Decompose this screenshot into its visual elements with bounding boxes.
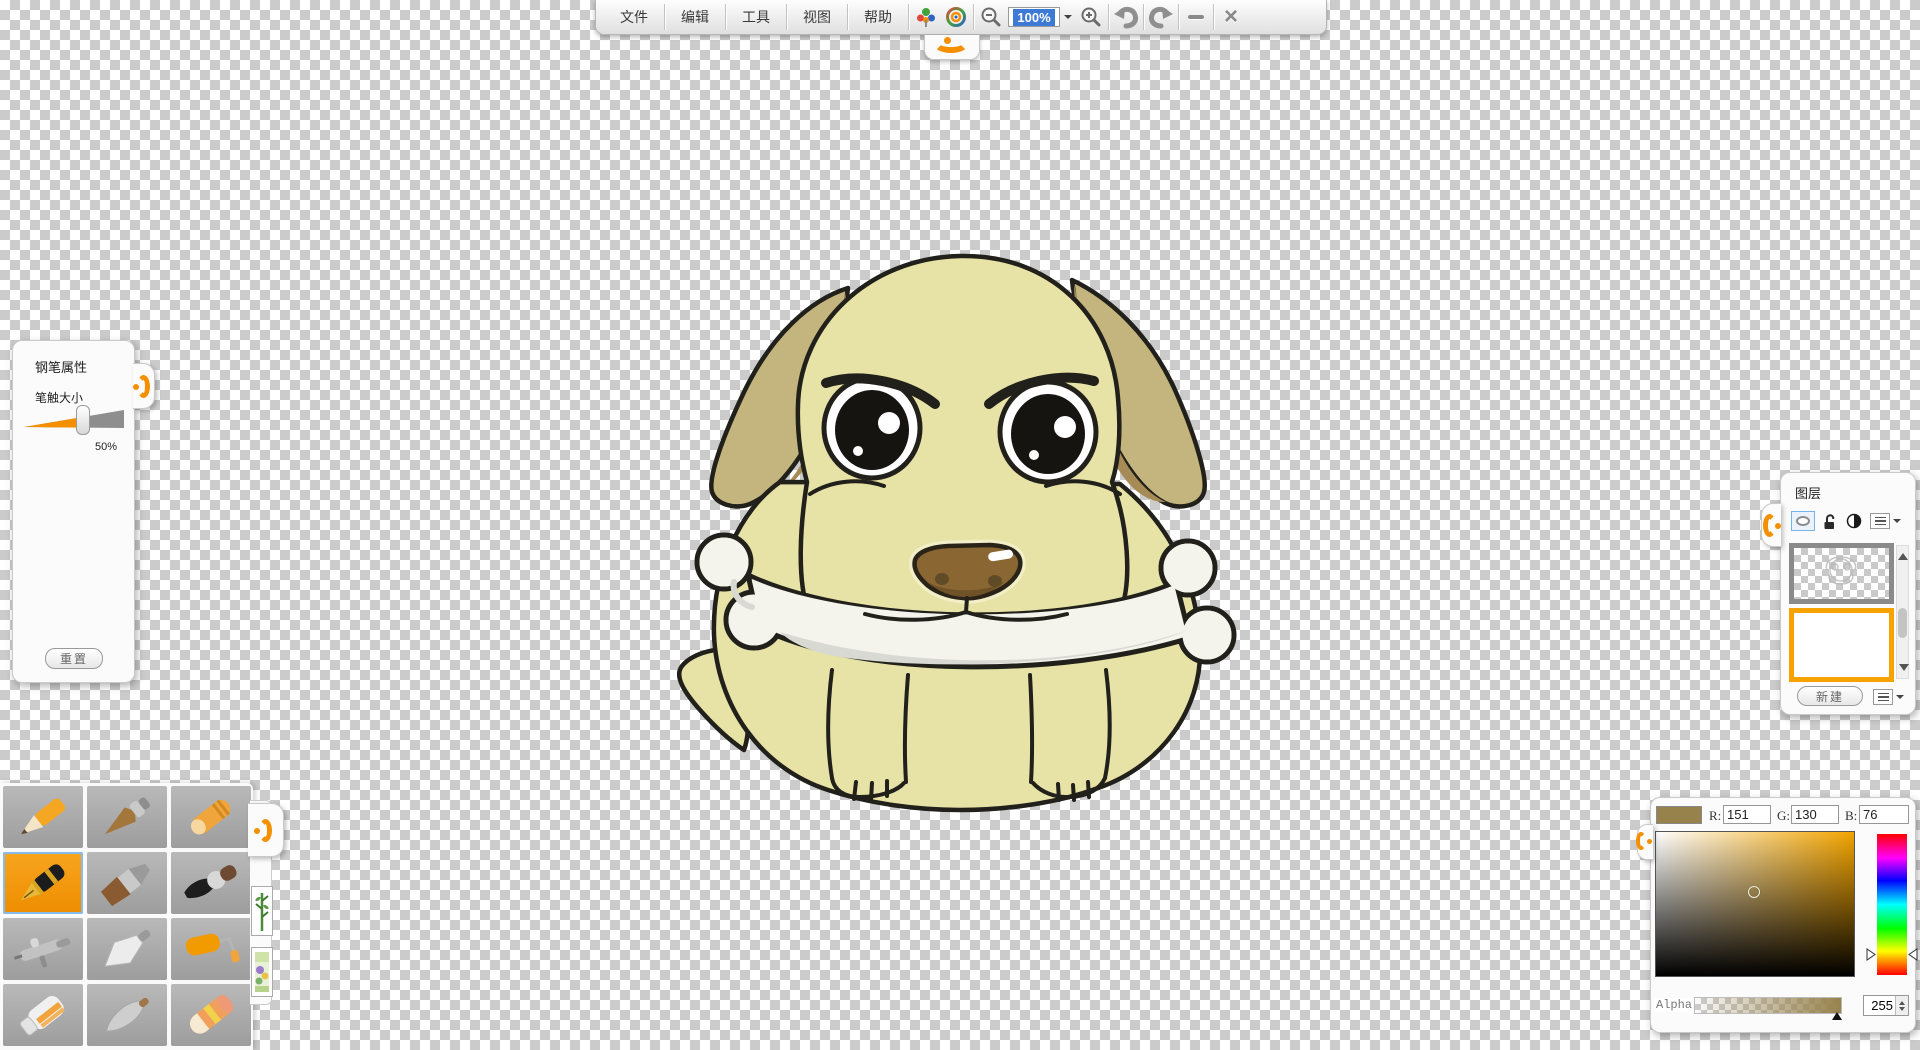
tool-palette-knife[interactable] (87, 918, 167, 980)
toolbar-divider (786, 4, 787, 30)
top-toolbar: 文件 编辑 工具 视图 帮助 (595, 0, 1327, 35)
tool-crayon[interactable] (171, 786, 251, 848)
layers-panel-title: 图层 (1795, 483, 1821, 502)
new-layer-button[interactable]: 新建 (1797, 686, 1863, 706)
unlock-icon[interactable] (1823, 513, 1838, 530)
menu-view[interactable]: 视图 (789, 1, 845, 34)
green-input[interactable] (1791, 805, 1839, 824)
scroll-up-icon[interactable] (1898, 548, 1908, 560)
menu-file[interactable]: 文件 (606, 1, 662, 34)
bamboo-stamp-button[interactable] (251, 886, 273, 936)
tab-crescent-icon (1636, 832, 1646, 850)
close-icon[interactable]: × (1218, 4, 1244, 30)
alpha-label: Alpha (1654, 998, 1694, 1012)
pen-panel-title: 钢笔属性 (35, 357, 87, 376)
tools-collapse-tab[interactable] (248, 803, 284, 857)
hue-slider[interactable] (1877, 834, 1907, 975)
tool-airbrush[interactable] (3, 918, 83, 980)
tool-ink-brush[interactable] (171, 852, 251, 914)
green-label: G: (1777, 808, 1790, 824)
scroll-thumb[interactable] (1898, 608, 1907, 638)
alpha-slider[interactable] (1694, 997, 1842, 1014)
mascot-smile-arc (933, 33, 969, 53)
layers-panel: 图层 (1780, 472, 1916, 715)
tool-wood-pen[interactable] (87, 786, 167, 848)
menu-edit[interactable]: 编辑 (667, 1, 723, 34)
sumo-logo-tree-icon[interactable] (913, 4, 939, 30)
brush-size-slider-handle[interactable] (76, 405, 90, 435)
brush-size-slider[interactable] (20, 403, 128, 439)
tab-crescent-icon (137, 375, 150, 398)
layers-bottom-menu-icon[interactable] (1873, 689, 1904, 705)
current-color-swatch[interactable] (1656, 806, 1702, 824)
color-panel: R: G: B: Alpha (1650, 797, 1916, 1033)
blue-input[interactable] (1859, 805, 1909, 824)
alpha-marker[interactable] (1832, 1007, 1842, 1020)
tab-dot (1647, 839, 1652, 844)
minimize-icon[interactable] (1183, 4, 1209, 30)
tool-smudge-blade[interactable] (87, 984, 167, 1046)
zoom-in-icon[interactable] (1078, 4, 1104, 30)
pen-panel-collapse-tab[interactable] (133, 363, 155, 409)
undo-icon[interactable] (1113, 4, 1139, 30)
tool-eraser-stick[interactable] (171, 984, 251, 1046)
contrast-icon[interactable] (1846, 513, 1862, 529)
layers-panel-collapse-tab[interactable] (1761, 503, 1781, 547)
picture-icon (254, 950, 270, 994)
dog-nose (914, 545, 1020, 598)
red-label: R: (1709, 808, 1721, 824)
scroll-down-icon[interactable] (1899, 664, 1909, 676)
hue-marker-right[interactable] (1908, 948, 1918, 961)
tab-dot (1775, 523, 1781, 529)
alpha-stepper[interactable] (1895, 996, 1908, 1015)
alpha-input[interactable] (1864, 996, 1895, 1015)
menu-help[interactable]: 帮助 (850, 1, 906, 34)
saturation-value-picker[interactable] (1655, 831, 1855, 977)
picture-stamp-button[interactable] (251, 947, 273, 997)
toolbar-divider (908, 4, 909, 30)
toolbar-divider (1143, 4, 1144, 30)
redo-icon[interactable] (1148, 4, 1174, 30)
zoom-level-input[interactable]: 100% (1008, 7, 1060, 27)
layers-scrollbar[interactable] (1896, 545, 1909, 679)
brush-size-value: 50% (95, 441, 117, 453)
toolbar-mascot-tab[interactable] (924, 35, 980, 60)
red-input[interactable] (1723, 805, 1771, 824)
tool-paint-roller[interactable] (171, 918, 251, 980)
zoom-level-value: 100% (1013, 9, 1054, 26)
layer-item-active[interactable] (1789, 608, 1894, 682)
reset-button[interactable]: 重置 (45, 648, 103, 669)
toolbar-divider (1108, 4, 1109, 30)
pen-properties-panel: 钢笔属性 笔触大小 50% 重置 (12, 340, 135, 683)
tools-palette (0, 783, 253, 1050)
app-window: { "toolbar": { "menus": [ {"label": "文件"… (0, 0, 1920, 1050)
sumo-logo-rings-icon[interactable] (943, 4, 969, 30)
tool-paint-tube[interactable] (3, 984, 83, 1046)
toolbar-divider (725, 4, 726, 30)
toolbar-divider (1178, 4, 1179, 30)
visibility-ellipse-icon[interactable] (1791, 511, 1815, 531)
hue-marker-left[interactable] (1866, 948, 1876, 961)
zoom-dropdown-caret[interactable] (1064, 15, 1072, 23)
layer-menu-icon[interactable] (1870, 513, 1901, 529)
toolbar-divider (664, 4, 665, 30)
tool-pencil[interactable] (3, 786, 83, 848)
tool-fountain-pen[interactable] (3, 852, 83, 914)
menu-tools[interactable]: 工具 (728, 1, 784, 34)
alpha-value-box (1863, 995, 1909, 1016)
zoom-out-icon[interactable] (978, 4, 1004, 30)
layer-item-transparent[interactable] (1789, 543, 1894, 604)
toolbar-divider (847, 4, 848, 30)
tab-crescent-icon (259, 819, 272, 842)
sv-cursor[interactable] (1748, 886, 1760, 898)
color-panel-collapse-tab[interactable] (1637, 824, 1653, 860)
blue-label: B: (1845, 808, 1857, 824)
toolbar-divider (1213, 4, 1214, 30)
toolbar-divider (973, 4, 974, 30)
tool-flat-brush[interactable] (87, 852, 167, 914)
layer-thumbnail-sketch (1794, 548, 1889, 599)
bamboo-icon (254, 889, 270, 933)
canvas-artwork-dog[interactable] (660, 230, 1260, 830)
